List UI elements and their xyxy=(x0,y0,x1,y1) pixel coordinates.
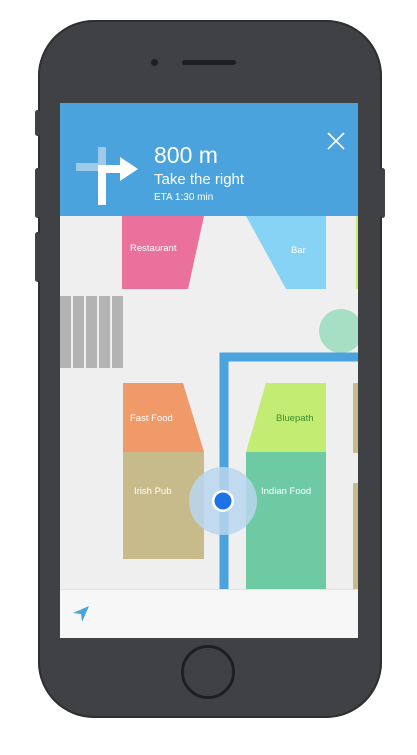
turn-instruction: Take the right xyxy=(154,171,245,188)
turn-right-arrow-icon xyxy=(76,147,138,205)
edge-building-bottom xyxy=(353,483,358,589)
bar-label: Bar xyxy=(291,245,306,256)
location-arrow-icon[interactable] xyxy=(72,605,90,623)
edge-building-top xyxy=(356,216,358,289)
turn-distance: 800 m xyxy=(154,142,218,168)
close-icon[interactable] xyxy=(326,131,346,151)
home-button[interactable] xyxy=(181,645,235,699)
indian-food-area xyxy=(246,452,326,589)
navigation-header: 800 m Take the right ETA 1:30 min xyxy=(60,103,358,216)
fast-food-label: Fast Food xyxy=(130,413,173,424)
app-screen: Restaurant Bar Fast Food Bluepath Irish … xyxy=(60,103,358,638)
irish-pub-label: Irish Pub xyxy=(134,486,172,497)
speaker xyxy=(182,60,236,65)
stairs xyxy=(60,296,123,368)
power-button xyxy=(380,168,385,218)
edge-building-mid xyxy=(353,383,358,453)
restaurant-label: Restaurant xyxy=(130,243,177,254)
mute-switch xyxy=(35,110,40,136)
front-camera xyxy=(151,59,158,66)
volume-up-button xyxy=(35,168,40,218)
volume-down-button xyxy=(35,232,40,282)
bluepath-label: Bluepath xyxy=(276,413,314,424)
indian-food-label: Indian Food xyxy=(261,486,312,497)
bottom-bar xyxy=(60,589,358,638)
eta-text: ETA 1:30 min xyxy=(154,192,214,203)
